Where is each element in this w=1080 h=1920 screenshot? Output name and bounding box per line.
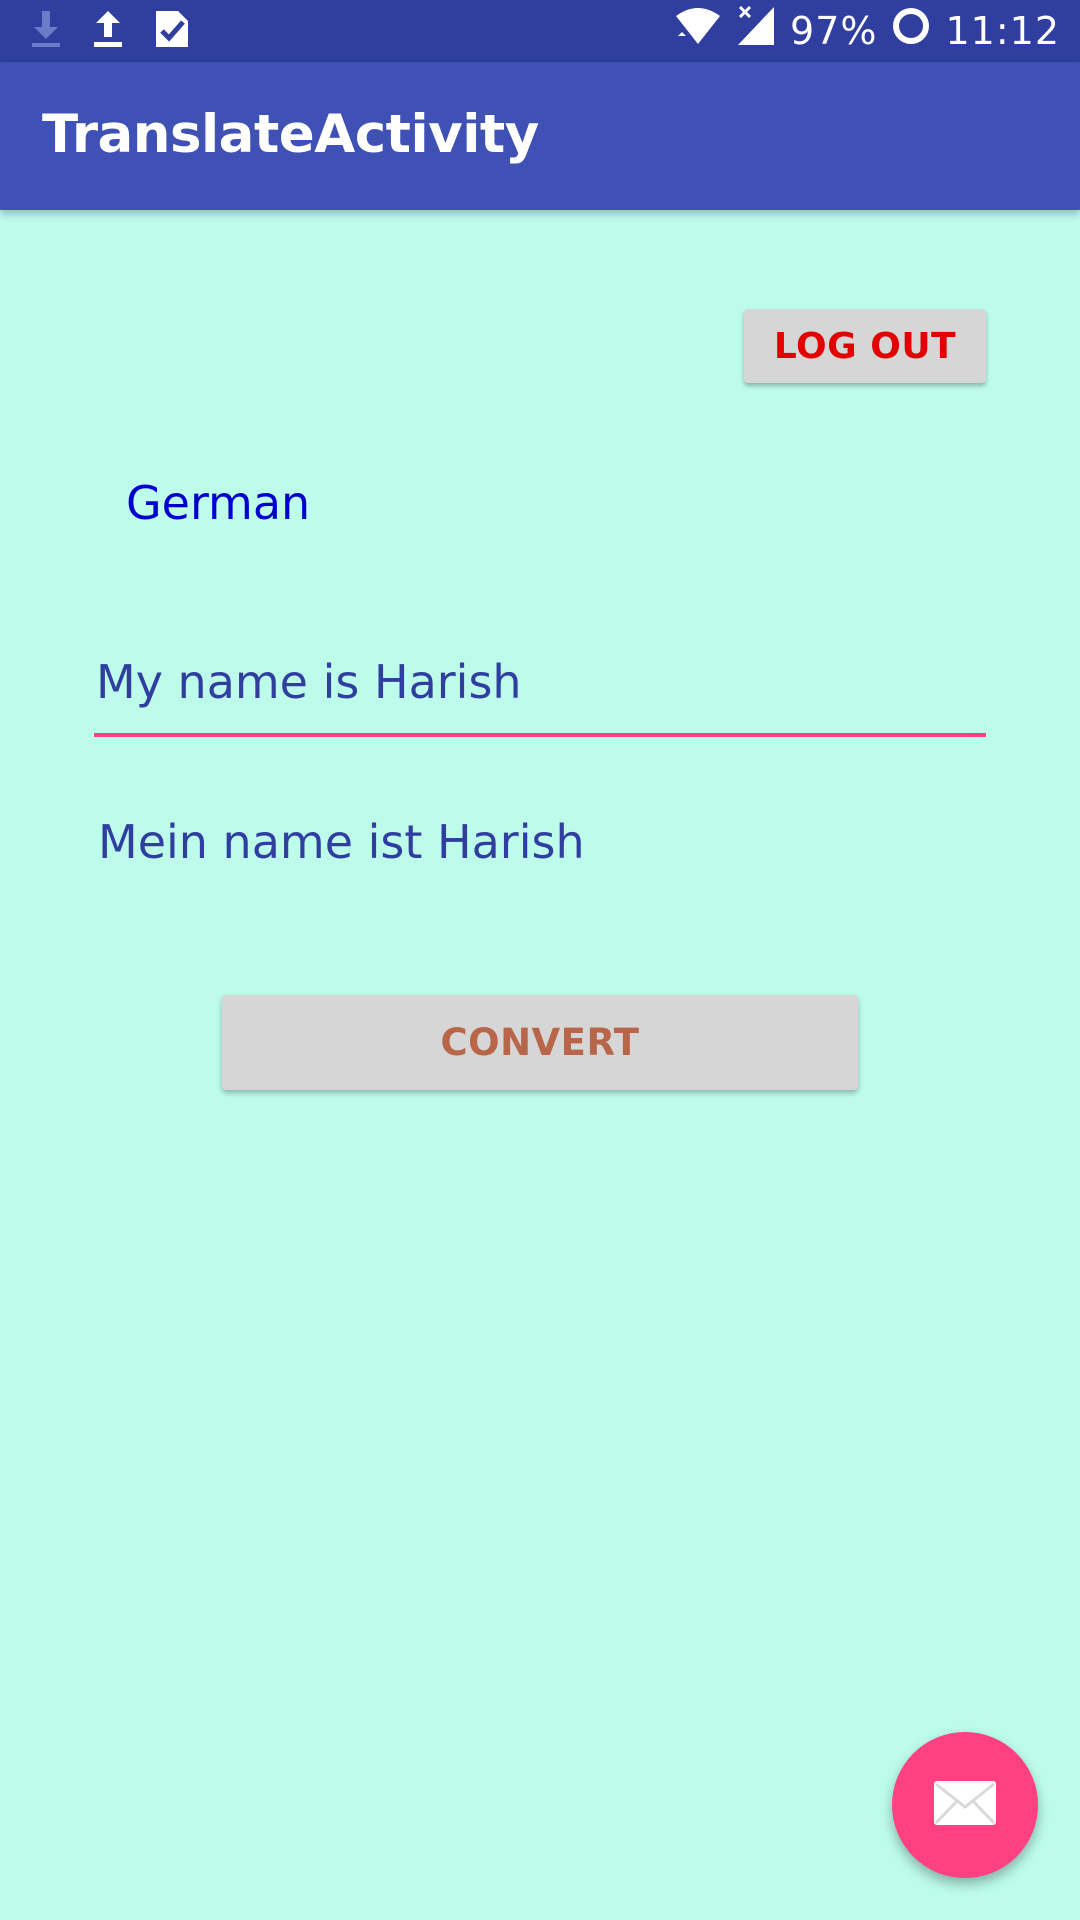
wifi-icon: [674, 6, 722, 56]
logout-button[interactable]: LOG OUT: [744, 309, 986, 383]
page-title: TranslateActivity: [42, 104, 539, 165]
upload-icon: [90, 9, 126, 54]
translated-text: Mein name ist Harish: [98, 815, 585, 869]
source-text-input[interactable]: [94, 645, 986, 737]
status-bar-notifications: [28, 10, 192, 52]
cellular-no-signal-icon: [736, 5, 776, 57]
status-bar-system: 97% 11:12: [674, 5, 1060, 57]
battery-icon: [891, 6, 931, 56]
download-icon: [28, 9, 64, 54]
status-bar: 97% 11:12: [0, 0, 1080, 62]
task-done-icon: [152, 9, 192, 54]
language-label[interactable]: German: [126, 476, 310, 530]
battery-percentage: 97%: [790, 9, 878, 53]
mail-icon: [932, 1779, 998, 1832]
convert-button[interactable]: CONVERT: [222, 995, 858, 1090]
email-fab-button[interactable]: [892, 1732, 1038, 1878]
clock: 11:12: [945, 9, 1060, 53]
app-bar: TranslateActivity: [0, 62, 1080, 210]
